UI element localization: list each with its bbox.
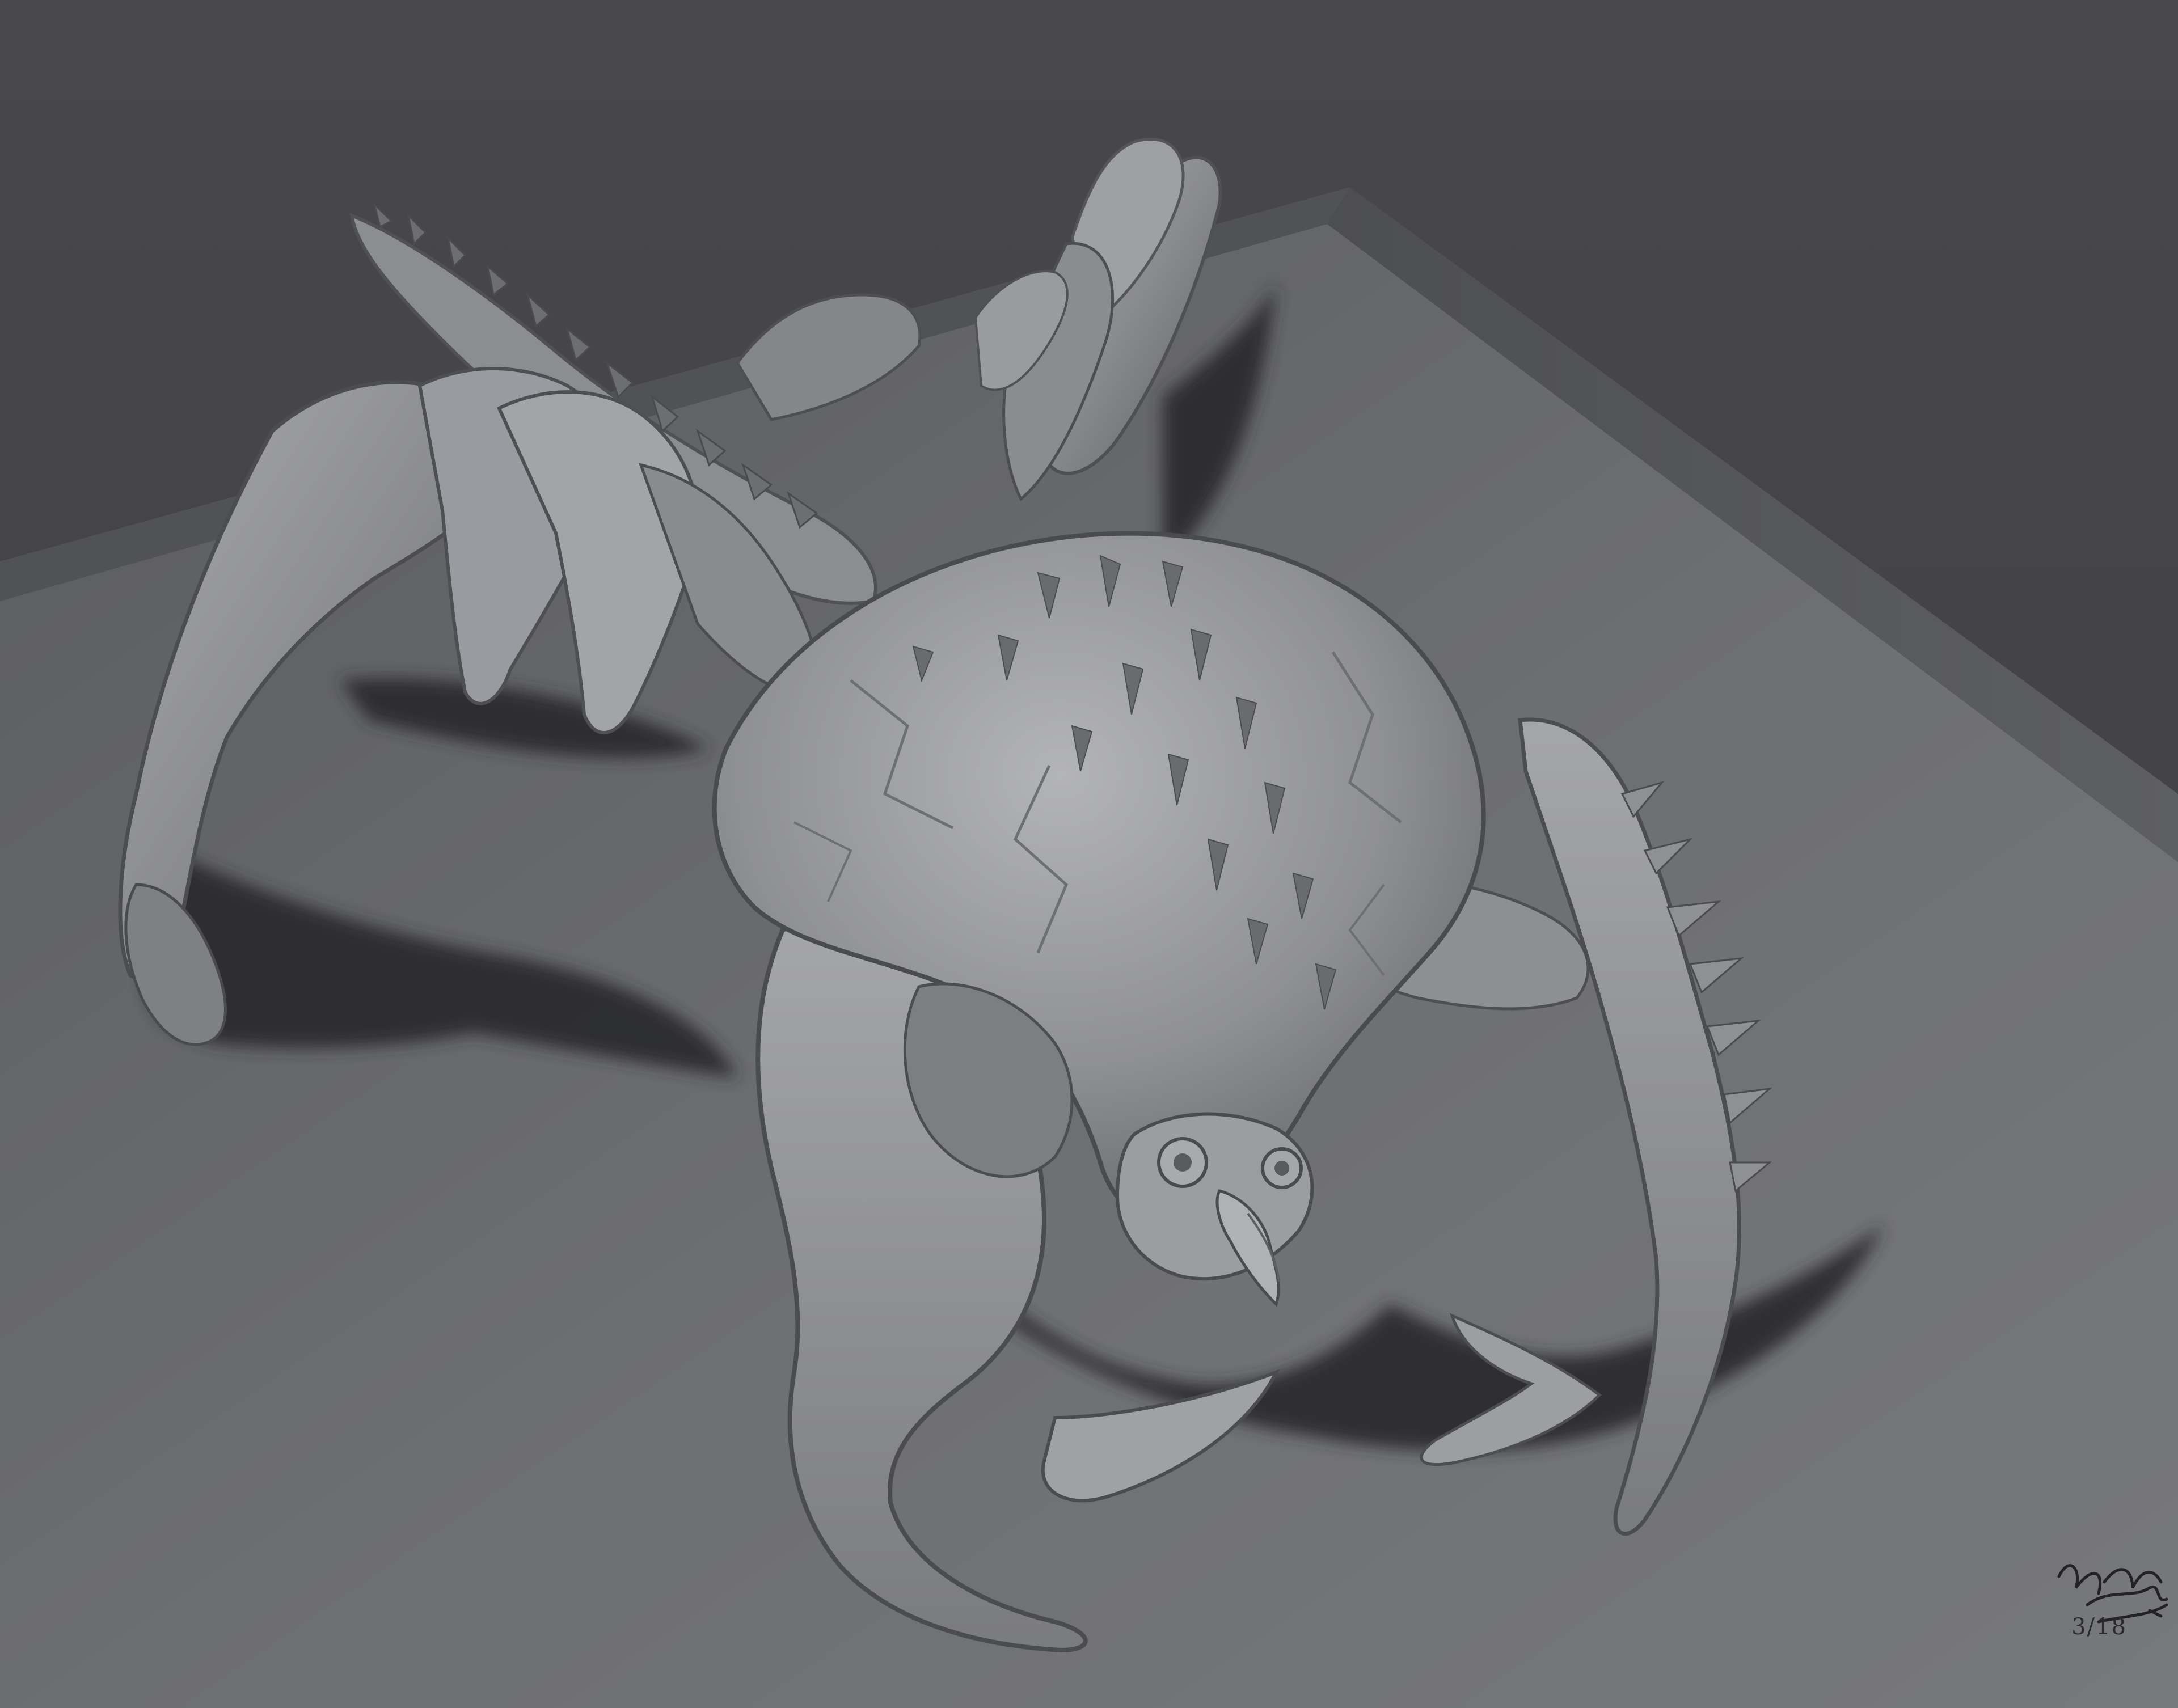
creature-sculpt-render	[0, 0, 2178, 1708]
signature-date: 3/18	[2071, 1614, 2127, 1640]
sculpt-render-viewport: 3/18	[0, 0, 2178, 1708]
